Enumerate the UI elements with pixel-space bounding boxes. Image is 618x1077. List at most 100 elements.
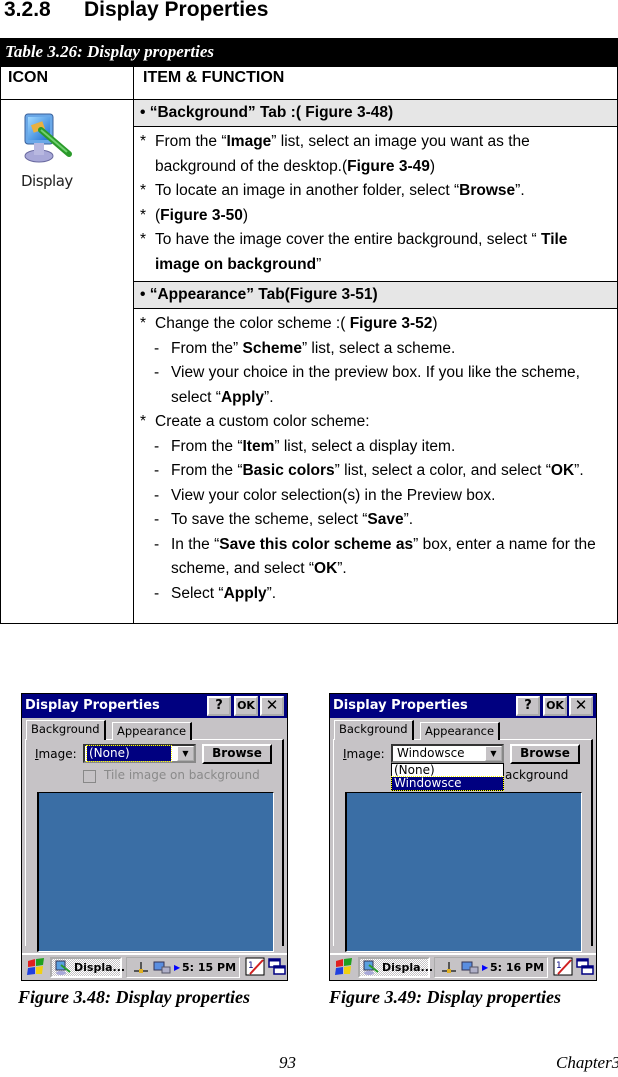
close-button[interactable]: ✕ (260, 696, 284, 716)
instruction-line: - From the “Item” list, select a display … (140, 435, 611, 460)
system-tray: ▶ 5: 16 PM (434, 957, 548, 978)
show-desktop-icon[interactable] (576, 958, 594, 976)
instruction-text: Select “Apply”. (171, 582, 276, 607)
plain-text: ” list, select a color, and select “ (334, 462, 551, 479)
asterisk-bullet: * (140, 231, 147, 248)
icon-cell: Display (1, 100, 134, 623)
browse-button[interactable]: Browse (510, 744, 580, 764)
dropdown-option-selected[interactable]: Windowsce (391, 776, 504, 791)
chevron-down-icon[interactable]: ▼ (485, 746, 502, 761)
background-preview: Windows CE .net (345, 792, 582, 977)
plain-text: From the “ (155, 133, 227, 150)
tab-background[interactable]: Background (334, 720, 414, 740)
dash-bullet: - (154, 437, 160, 455)
connected-pc-icon[interactable] (461, 961, 479, 975)
image-select-value: Windowsce (397, 746, 465, 760)
emphasis-text: Save (367, 511, 404, 528)
asterisk-bullet: * (140, 206, 147, 224)
instruction-text: From the “Item” list, select a display i… (171, 435, 455, 460)
instruction-text: From the “Basic colors” list, select a c… (171, 459, 584, 484)
emphasis-text: Basic colors (242, 462, 335, 479)
plain-text: In the “ (171, 535, 220, 553)
emphasis-text: Figure 3-50 (160, 206, 243, 224)
plain-text: From the” (171, 339, 243, 357)
instruction-text: From the” Scheme” list, select a scheme. (171, 337, 455, 362)
display-icon-label: Display (21, 172, 73, 190)
display-properties-table: Table 3.26: Display properties ICON ITEM… (0, 38, 618, 624)
connected-pc-icon[interactable] (153, 961, 171, 975)
tab-background[interactable]: Background (26, 720, 106, 740)
instruction-text: Change the color scheme :( Figure 3-52) (155, 312, 438, 337)
network-icon[interactable] (441, 961, 457, 975)
start-windows-flag-icon[interactable] (334, 958, 354, 976)
emphasis-text: Image (226, 133, 272, 150)
image-label-text: mage: (346, 747, 385, 761)
plain-text: Create a custom color scheme: (155, 413, 370, 430)
plain-text: ) (432, 315, 438, 332)
browse-button[interactable]: Browse (202, 744, 272, 764)
instruction-line: * To locate an image in another folder, s… (140, 179, 611, 204)
image-select[interactable]: Windowsce ▼ (391, 744, 504, 763)
asterisk-bullet: * (140, 133, 147, 150)
subsection-heading: • “Appearance” Tab(Figure 3-51) (134, 282, 617, 309)
chevron-down-icon[interactable]: ▼ (177, 746, 194, 761)
function-cell: • “Background” Tab :( Figure 3-48) * From … (134, 100, 617, 623)
taskbar-clock[interactable]: 5: 15 PM (182, 958, 236, 977)
emphasis-text: Save this color scheme as (219, 535, 414, 553)
display-settings-icon (55, 960, 71, 975)
image-select[interactable]: (None) ▼ (83, 744, 196, 763)
ok-button[interactable]: OK (543, 696, 567, 716)
plain-text: To have the image cover the entire backg… (155, 231, 541, 248)
figure-caption-3-48: Figure 3.48: Display properties (18, 987, 250, 1007)
instruction-line: - From the” Scheme” list, select a scheme… (140, 337, 611, 362)
dash-bullet: - (154, 584, 160, 602)
taskbar-display-button[interactable]: Displa... (50, 957, 125, 978)
emphasis-text: Figure 3-49 (347, 157, 430, 175)
instruction-text: To have the image cover the entire backg… (155, 228, 611, 277)
plain-text: To locate an image in another folder, se… (155, 182, 460, 199)
help-button[interactable]: ? (207, 696, 231, 716)
network-icon[interactable] (133, 961, 149, 975)
background-preview (37, 792, 274, 952)
tray-arrow-icon[interactable]: ▶ (482, 961, 488, 975)
dash-bullet: - (154, 364, 160, 381)
start-windows-flag-icon[interactable] (26, 958, 46, 976)
chapter-label: Chapter3 (556, 1053, 618, 1072)
display-settings-icon (24, 113, 72, 163)
asterisk-bullet: * (140, 413, 147, 430)
input-panel-icon[interactable]: 1 (553, 957, 573, 976)
dash-bullet: - (154, 535, 160, 553)
subsection-body: * From the “Image” list, select an image … (134, 127, 617, 282)
instruction-line: - Select “Apply”. (140, 582, 611, 607)
close-button[interactable]: ✕ (569, 696, 593, 716)
instruction-text: From the “Image” list, select an image y… (155, 130, 611, 179)
taskbar-clock[interactable]: 5: 16 PM (490, 958, 544, 977)
plain-text: Change the color scheme :( (155, 315, 350, 332)
subsection-body: * Change the color scheme :( Figure 3-52)… (134, 309, 617, 610)
instruction-line: * (Figure 3-50) (140, 204, 611, 229)
plain-text: ) (429, 157, 436, 175)
emphasis-text: OK (314, 560, 338, 577)
tab-appearance[interactable]: Appearance (112, 722, 193, 740)
help-button[interactable]: ? (516, 696, 540, 716)
page-number: 93 (279, 1053, 296, 1072)
emphasis-text: Apply (223, 584, 267, 602)
emphasis-text: Apply (220, 388, 265, 406)
tray-arrow-icon[interactable]: ▶ (174, 961, 180, 975)
instruction-line: * Create a custom color scheme: (140, 410, 611, 435)
tile-image-label-partial: ackground (505, 768, 569, 782)
plain-text: ”. (403, 511, 414, 528)
section-heading: 3.2.8 Display Properties (4, 0, 268, 22)
figure-caption-3-49: Figure 3.49: Display properties (329, 987, 561, 1007)
input-panel-icon[interactable]: 1 (245, 957, 265, 976)
plain-text: From the “ (171, 437, 243, 455)
section-number: 3.2.8 (4, 0, 51, 21)
tile-image-checkbox[interactable] (83, 770, 96, 783)
subsection-heading: • “Background” Tab :( Figure 3-48) (134, 100, 617, 127)
show-desktop-icon[interactable] (268, 958, 286, 976)
tab-appearance[interactable]: Appearance (420, 722, 501, 740)
ok-button[interactable]: OK (234, 696, 258, 716)
taskbar-display-label: Displa... (382, 961, 434, 974)
taskbar-display-button[interactable]: Displa... (358, 957, 434, 978)
dash-bullet: - (154, 486, 160, 504)
